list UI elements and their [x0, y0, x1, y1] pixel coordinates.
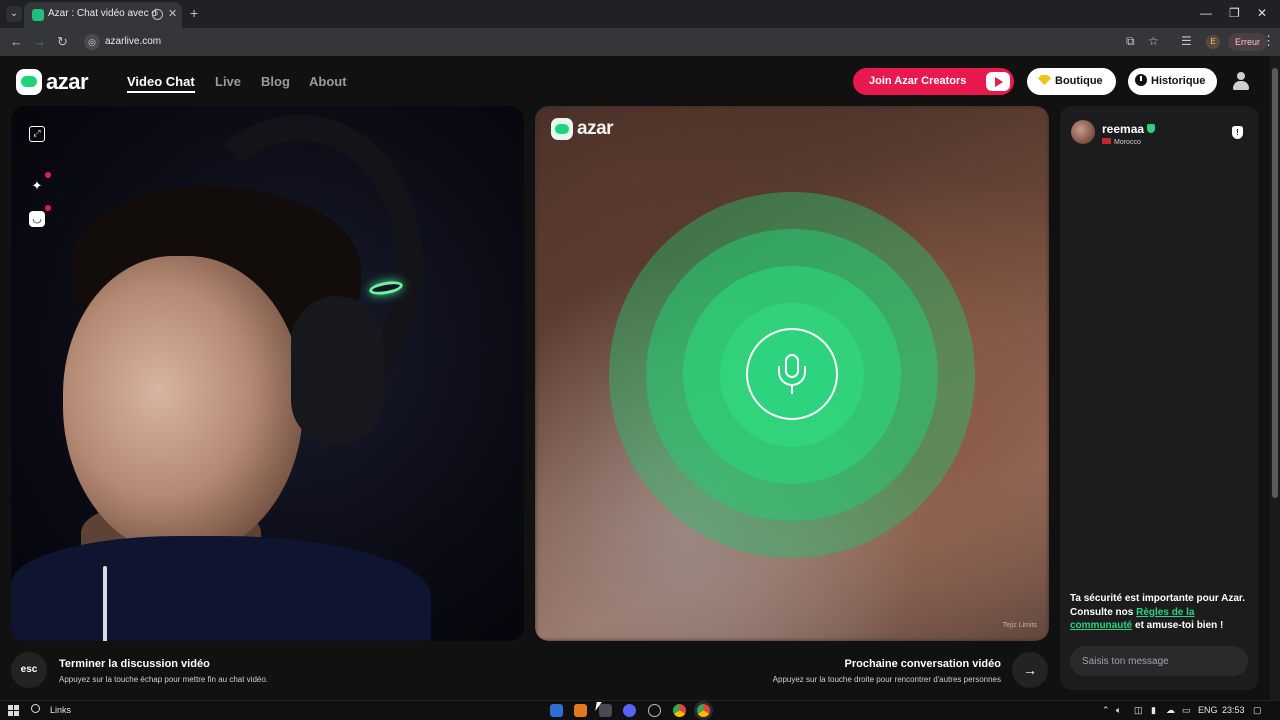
display-icon[interactable]: ◫ [1134, 705, 1143, 716]
volume-icon[interactable]: 🔈︎ [1116, 705, 1121, 716]
azar-favicon-icon [32, 9, 44, 21]
media-playing-icon[interactable] [152, 9, 163, 20]
azar-logo-icon [551, 118, 573, 140]
beauty-effects-icon[interactable]: ✦ [29, 172, 51, 194]
site-info-icon[interactable]: ◎ [84, 34, 100, 50]
browser-toolbar: ← → ↻ ◎ azarlive.com ⧉ ☆ ☰ E Erreur ⋮ [0, 28, 1280, 56]
nav-live[interactable]: Live [215, 74, 241, 89]
clock-app-icon[interactable] [648, 704, 661, 717]
user-profile-icon[interactable] [1231, 70, 1251, 92]
end-chat-title: Terminer la discussion vidéo [59, 658, 210, 670]
tray-chevron-icon[interactable]: ⌃ [1102, 705, 1110, 716]
browser-tab[interactable]: Azar : Chat vidéo avec de n ✕ [24, 2, 182, 28]
video-watermark: Tejiz Limits [1002, 622, 1037, 629]
mic-tray-icon[interactable]: ▮ [1151, 705, 1156, 716]
next-chat-title: Prochaine conversation vidéo [844, 658, 1002, 670]
logo-text: azar [46, 69, 89, 94]
search-icon[interactable] [31, 704, 40, 713]
windows-start-icon[interactable] [8, 705, 19, 716]
flag-icon [1102, 138, 1111, 144]
tab-close-icon[interactable]: ✕ [168, 7, 177, 20]
historique-button[interactable]: Historique [1128, 68, 1217, 95]
nav-blog[interactable]: Blog [261, 74, 290, 89]
reading-list-icon[interactable]: ☰ [1181, 34, 1192, 48]
end-chat-button[interactable]: esc [11, 652, 47, 688]
back-icon[interactable]: ← [10, 34, 23, 49]
avatar[interactable] [1071, 120, 1095, 144]
forward-icon[interactable]: → [33, 34, 46, 49]
peer-video-logo: azar [551, 118, 614, 140]
history-icon [1135, 74, 1147, 86]
boutique-label: Boutique [1055, 75, 1103, 87]
file-app-icon[interactable] [574, 704, 587, 717]
gem-icon [1038, 75, 1051, 85]
verified-icon [1147, 124, 1156, 133]
microphone-icon [746, 328, 838, 420]
next-chat-subtitle: Appuyez sur la touche droite pour rencon… [772, 675, 1001, 684]
historique-label: Historique [1151, 75, 1206, 87]
chat-panel: reemaa Morocco ! Ta sécurité est importa… [1060, 106, 1259, 690]
chrome-app-icon[interactable] [673, 704, 686, 717]
nav-video-chat[interactable]: Video Chat [127, 74, 195, 93]
end-chat-subtitle: Appuyez sur la touche échap pour mettre … [59, 675, 269, 684]
tab-title: Azar : Chat vidéo avec de n [48, 8, 158, 19]
close-window-icon[interactable]: ✕ [1257, 6, 1267, 20]
install-app-icon[interactable]: ⧉ [1126, 34, 1135, 49]
profile-avatar[interactable]: E [1206, 35, 1220, 49]
peer-name-row: reemaa [1102, 122, 1156, 136]
windows-taskbar: Links ⌃ 🔈︎ ◫ ▮ ☁ ▭ ENG 23:53 ▢ [0, 700, 1280, 720]
tab-search-icon[interactable]: ⌄ [6, 6, 22, 22]
battery-icon[interactable]: ▭ [1182, 705, 1191, 716]
peer-country: Morocco [1114, 139, 1141, 146]
boutique-button[interactable]: Boutique [1027, 68, 1116, 95]
creators-label: Join Azar Creators [869, 75, 967, 87]
discord-app-icon[interactable] [623, 704, 636, 717]
cloud-icon[interactable]: ☁ [1166, 705, 1175, 716]
keyboard-app-icon[interactable] [550, 704, 563, 717]
page-scrollbar[interactable] [1270, 56, 1280, 700]
report-icon[interactable]: ! [1232, 126, 1243, 139]
new-tab-icon[interactable]: + [190, 5, 198, 21]
maximize-window-icon[interactable]: ❐ [1229, 6, 1240, 20]
taskbar-search-label[interactable]: Links [50, 705, 71, 715]
fullscreen-icon[interactable]: ⤢ [29, 126, 45, 142]
peer-logo-text: azar [577, 118, 614, 139]
next-chat-button[interactable]: → [1012, 652, 1048, 688]
join-creators-button[interactable]: Join Azar Creators [853, 68, 1014, 95]
safety-text-end: et amuse-toi bien ! [1132, 620, 1224, 631]
address-bar[interactable]: ◎ azarlive.com [80, 31, 1110, 53]
language-indicator[interactable]: ENG [1198, 705, 1218, 715]
peer-video-feed: azar Tejiz Limits [535, 106, 1049, 641]
self-video-feed: ⤢ ✦ ◡ [11, 106, 524, 641]
peer-country-row: Morocco [1102, 138, 1141, 146]
peer-name: reemaa [1102, 122, 1145, 136]
minimize-window-icon[interactable]: — [1200, 6, 1212, 20]
safety-notice: Ta sécurité est importante pour Azar. Co… [1070, 592, 1252, 633]
browser-menu-icon[interactable]: ⋮ [1262, 33, 1275, 49]
notifications-icon[interactable]: ▢ [1253, 705, 1262, 716]
nav-about[interactable]: About [309, 74, 347, 89]
bookmark-star-icon[interactable]: ☆ [1148, 34, 1159, 48]
scrollbar-thumb[interactable] [1272, 68, 1278, 498]
browser-tab-bar: ⌄ Azar : Chat vidéo avec de n ✕ + — ❐ ✕ [0, 0, 1280, 28]
azar-page: azar Video Chat Live Blog About Join Aza… [0, 56, 1270, 700]
reload-icon[interactable]: ↻ [57, 34, 68, 50]
message-input[interactable] [1070, 646, 1248, 676]
clock-time[interactable]: 23:53 [1222, 705, 1245, 715]
chrome-active-app-icon[interactable] [697, 704, 710, 717]
url-text[interactable]: azarlive.com [105, 36, 161, 47]
play-icon [986, 72, 1010, 91]
sticker-icon[interactable]: ◡ [29, 205, 51, 227]
azar-logo[interactable]: azar [16, 69, 89, 95]
azar-logo-icon [16, 69, 42, 95]
